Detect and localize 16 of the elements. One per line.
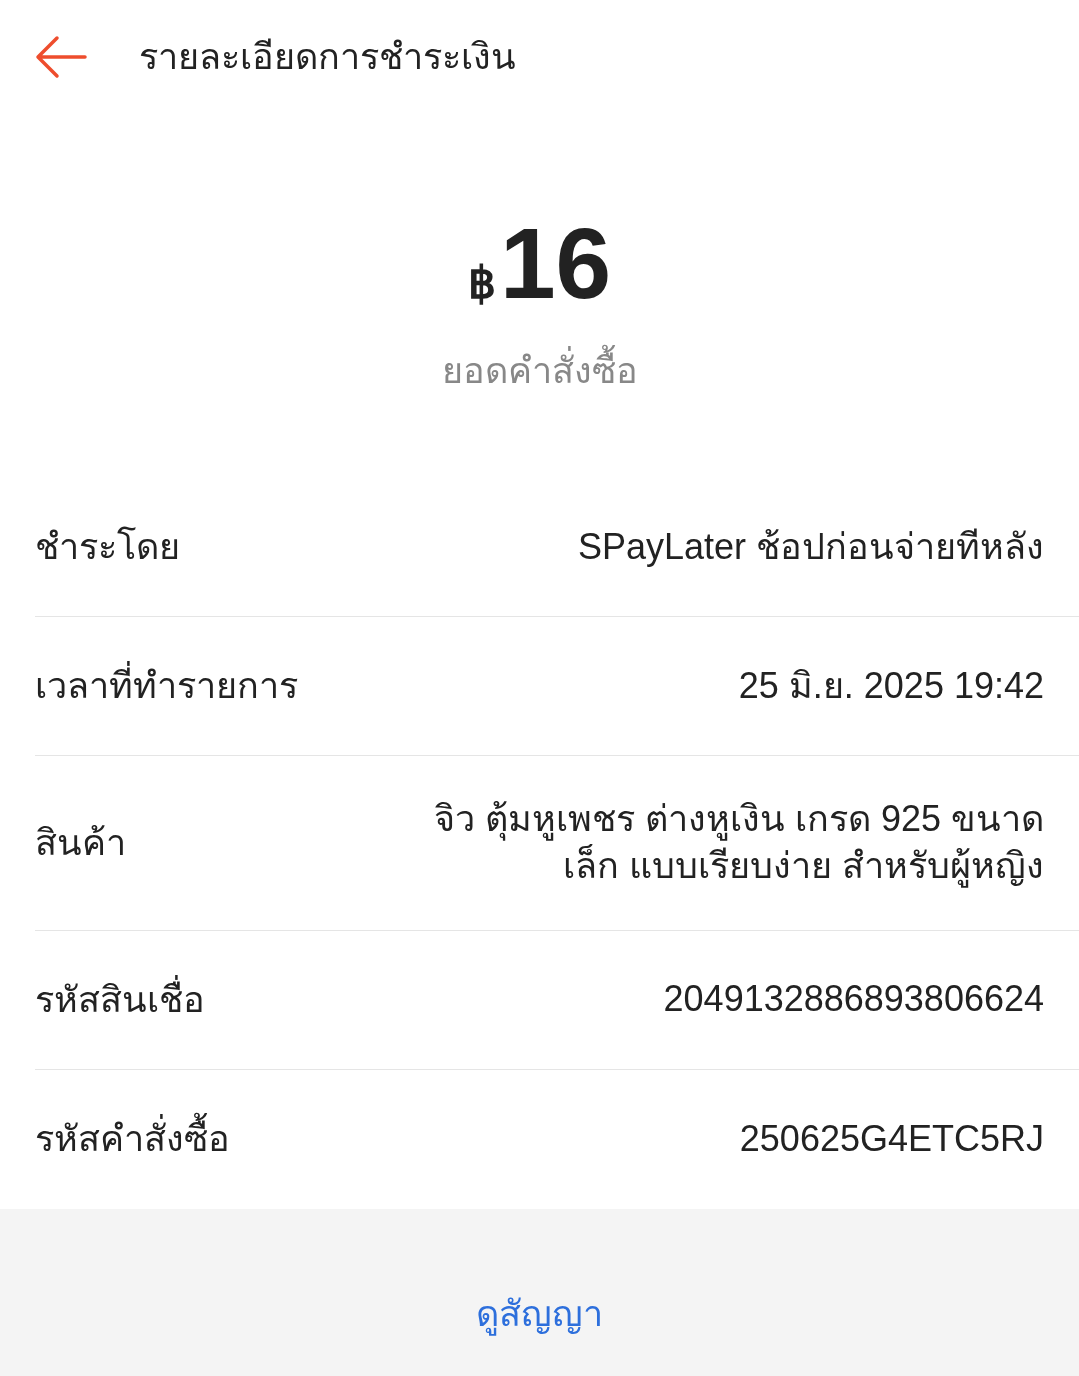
view-contract-link[interactable]: ดูสัญญา xyxy=(476,1243,603,1342)
detail-value: SPayLater ช้อปก่อนจ่ายทีหลัง xyxy=(577,524,1044,569)
detail-value: จิว ตุ้มหูเพชร ต่างหูเงิน เกรด 925 ขนาดเล็ก แบบเรียบง่าย สำหรับผู้หญิง xyxy=(432,797,1044,890)
detail-value: 250625G4ETC5RJ xyxy=(739,1116,1044,1161)
currency-symbol: ฿ xyxy=(467,257,496,310)
order-amount-label: ยอดคำสั่งซื้อ xyxy=(441,344,638,399)
detail-value: 2049132886893806624 xyxy=(663,977,1044,1022)
detail-label: รหัสสินเชื่อ xyxy=(35,972,205,1027)
back-arrow-icon[interactable] xyxy=(35,34,87,79)
detail-value: 25 มิ.ย. 2025 19:42 xyxy=(738,663,1044,708)
detail-label: รหัสคำสั่งซื้อ xyxy=(35,1112,230,1167)
detail-label: สินค้า xyxy=(35,820,126,865)
detail-label: ชำระโดย xyxy=(35,525,180,570)
order-amount: 16 xyxy=(499,213,612,314)
detail-label: เวลาที่ทำรายการ xyxy=(35,659,298,714)
page-title: รายละเอียดการชำระเงิน xyxy=(139,34,516,79)
